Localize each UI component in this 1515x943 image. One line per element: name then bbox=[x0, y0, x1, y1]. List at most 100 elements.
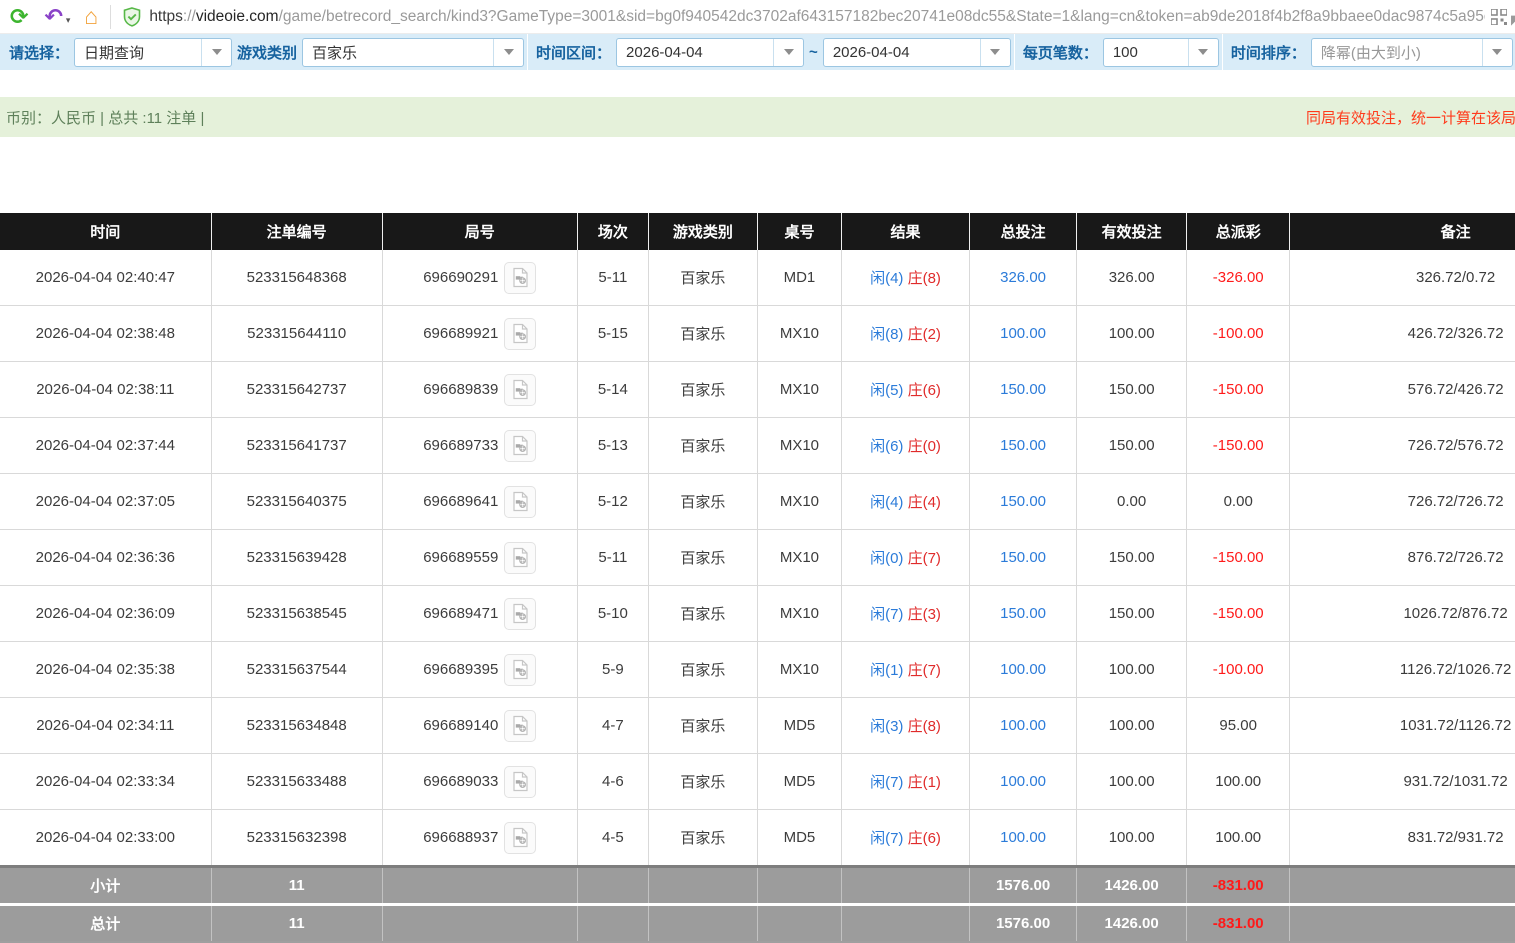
cell-time: 2026-04-04 02:40:47 bbox=[0, 250, 212, 306]
address-bar[interactable]: https://videoie.com/game/betrecord_searc… bbox=[149, 8, 1485, 26]
video-replay-button[interactable] bbox=[504, 261, 537, 294]
cell-result: 闲(4) 庄(4) bbox=[841, 473, 971, 530]
cell-game-category: 百家乐 bbox=[648, 529, 758, 586]
cell-bet-id: 523315644110 bbox=[211, 305, 383, 362]
total-bet-link[interactable]: 150.00 bbox=[1000, 605, 1046, 622]
home-icon[interactable]: ⌂ bbox=[84, 5, 98, 28]
video-replay-button[interactable] bbox=[504, 429, 537, 462]
result-banker: 庄(4) bbox=[907, 494, 941, 511]
cell-table-no: MX10 bbox=[757, 305, 842, 362]
cell-payout: 95.00 bbox=[1186, 697, 1291, 754]
video-replay-button[interactable] bbox=[504, 653, 537, 686]
reload-icon[interactable]: ⟳ bbox=[10, 5, 28, 28]
total-bet-link[interactable]: 100.00 bbox=[1000, 661, 1046, 678]
result-player: 闲(3) bbox=[870, 718, 904, 735]
video-replay-button[interactable] bbox=[504, 317, 537, 350]
column-header: 总派彩 bbox=[1186, 213, 1291, 250]
cell-round-id: 696689733 bbox=[382, 417, 578, 474]
cell-round-id: 696689921 bbox=[382, 305, 578, 362]
query-type-select[interactable]: 日期查询 bbox=[74, 37, 233, 67]
cell-table-no: MD5 bbox=[757, 697, 842, 754]
total-bet-link[interactable]: 150.00 bbox=[1000, 381, 1046, 398]
result-player: 闲(4) bbox=[870, 494, 904, 511]
total-bet-link[interactable]: 100.00 bbox=[1000, 717, 1046, 734]
cell-total-bet: 100.00 bbox=[969, 641, 1078, 698]
total-bet-link[interactable]: 100.00 bbox=[1000, 829, 1046, 846]
video-document-icon bbox=[513, 603, 528, 624]
footer-payout: -831.00 bbox=[1186, 903, 1291, 943]
video-replay-button[interactable] bbox=[504, 821, 537, 854]
video-replay-button[interactable] bbox=[504, 485, 537, 518]
cell-bet-id: 523315640375 bbox=[211, 473, 383, 530]
date-range-tilde: ~ bbox=[809, 43, 818, 61]
cell-result: 闲(6) 庄(0) bbox=[841, 417, 971, 474]
cell-session: 5-13 bbox=[577, 417, 649, 474]
cell-note: 1126.72/1026.72 bbox=[1289, 641, 1515, 698]
page-size-value: 100 bbox=[1112, 43, 1138, 61]
cell-time: 2026-04-04 02:37:44 bbox=[0, 417, 212, 474]
video-replay-button[interactable] bbox=[504, 709, 537, 742]
result-banker: 庄(7) bbox=[907, 662, 941, 679]
cell-payout: 0.00 bbox=[1186, 473, 1291, 530]
chevron-down-icon bbox=[1187, 38, 1218, 66]
cell-total-bet: 100.00 bbox=[969, 753, 1078, 810]
result-player: 闲(4) bbox=[870, 270, 904, 287]
video-document-icon bbox=[513, 267, 528, 288]
undo-dropdown-caret-icon[interactable]: ▾ bbox=[66, 16, 71, 25]
cell-note: 876.72/726.72 bbox=[1289, 529, 1515, 586]
cell-payout: -326.00 bbox=[1186, 250, 1291, 306]
game-category-label: 游戏类别 bbox=[237, 44, 298, 62]
cell-game-category: 百家乐 bbox=[648, 641, 758, 698]
cell-result: 闲(8) 庄(2) bbox=[841, 305, 971, 362]
total-bet-link[interactable]: 326.00 bbox=[1000, 269, 1046, 286]
cell-payout: 100.00 bbox=[1186, 809, 1291, 867]
table-row: 2026-04-04 02:36:36 523315639428 696689559… bbox=[0, 529, 1515, 586]
query-type-label: 请选择： bbox=[9, 44, 70, 62]
result-banker: 庄(0) bbox=[907, 438, 941, 455]
round-id-text: 696689559 bbox=[423, 549, 499, 566]
video-replay-button[interactable] bbox=[504, 541, 537, 574]
cell-game-category: 百家乐 bbox=[648, 809, 758, 867]
video-replay-button[interactable] bbox=[504, 765, 537, 798]
url-scheme-separator: :// bbox=[182, 7, 196, 25]
total-bet-link[interactable]: 100.00 bbox=[1000, 773, 1046, 790]
footer-result bbox=[841, 903, 971, 943]
cell-valid-bet: 150.00 bbox=[1076, 417, 1188, 474]
cell-game-category: 百家乐 bbox=[648, 753, 758, 810]
total-bet-link[interactable]: 150.00 bbox=[1000, 437, 1046, 454]
column-header: 结果 bbox=[841, 213, 971, 250]
cell-round-id: 696689559 bbox=[382, 529, 578, 586]
video-replay-button[interactable] bbox=[504, 597, 537, 630]
total-bet-link[interactable]: 150.00 bbox=[1000, 493, 1046, 510]
round-id-group: 696689395 bbox=[384, 653, 576, 686]
cell-valid-bet: 150.00 bbox=[1076, 529, 1188, 586]
page-size-select[interactable]: 100 bbox=[1102, 37, 1219, 67]
video-document-icon bbox=[513, 547, 528, 568]
cell-game-category: 百家乐 bbox=[648, 417, 758, 474]
column-header: 注单编号 bbox=[211, 213, 383, 250]
footer-game bbox=[648, 903, 758, 943]
url-path: /game/betrecord_search/kind3?GameType=30… bbox=[278, 7, 1485, 25]
undo-icon[interactable]: ↶ bbox=[44, 5, 62, 28]
date-to-select[interactable]: 2026-04-04 bbox=[822, 37, 1011, 67]
total-bet-link[interactable]: 100.00 bbox=[1000, 325, 1046, 342]
video-document-icon bbox=[513, 827, 528, 848]
total-bet-link[interactable]: 150.00 bbox=[1000, 549, 1046, 566]
video-replay-button[interactable] bbox=[504, 373, 537, 406]
sort-order-select[interactable]: 降幂(由大到小) bbox=[1310, 37, 1513, 67]
qr-code-icon[interactable] bbox=[1491, 8, 1507, 25]
table-row: 2026-04-04 02:38:11 523315642737 696689839… bbox=[0, 361, 1515, 418]
round-id-text: 696689733 bbox=[423, 437, 499, 454]
column-header: 有效投注 bbox=[1076, 213, 1188, 250]
bet-records-table: 时间 注单编号 局号 场次 游戏类别 桌号 结果 总投注 有效投注 总派彩 备注 2026-04-0… bbox=[0, 213, 1515, 943]
game-category-select[interactable]: 百家乐 bbox=[302, 37, 525, 67]
cell-note: 576.72/426.72 bbox=[1289, 361, 1515, 418]
cell-round-id: 696689839 bbox=[382, 361, 578, 418]
security-shield-icon[interactable] bbox=[123, 6, 141, 27]
cell-round-id: 696689471 bbox=[382, 585, 578, 642]
cell-note: 931.72/1031.72 bbox=[1289, 753, 1515, 810]
date-from-select[interactable]: 2026-04-04 bbox=[616, 37, 805, 67]
column-header: 桌号 bbox=[757, 213, 842, 250]
cell-bet-id: 523315638545 bbox=[211, 585, 383, 642]
cell-note: 426.72/326.72 bbox=[1289, 305, 1515, 362]
